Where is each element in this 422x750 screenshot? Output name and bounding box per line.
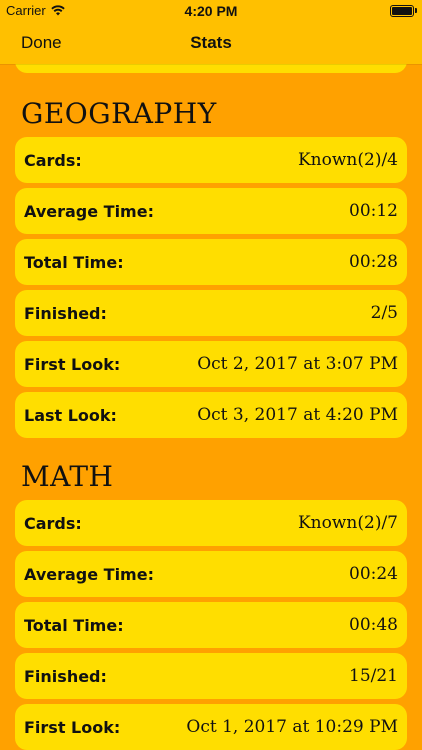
stat-row-first-look: First Look: Oct 2, 2017 at 3:07 PM [15,341,407,387]
stat-label: First Look: [24,354,121,374]
stat-row-average-time: Average Time: 00:24 [15,551,407,597]
stat-value: 00:24 [349,564,398,584]
stat-row-finished: Finished: 15/21 [15,653,407,699]
stat-label: Finished: [24,666,107,686]
stat-label: Last Look: [24,405,117,425]
stat-value: 2/5 [370,303,398,323]
stat-label: Average Time: [24,564,154,584]
stat-value: Oct 2, 2017 at 3:07 PM [197,354,398,374]
nav-bar: Done Stats [0,22,422,64]
stat-label: Cards: [24,513,82,533]
stat-label: Cards: [24,150,82,170]
stat-label: Finished: [24,303,107,323]
stat-value: Known(2)/4 [297,150,398,170]
stat-value: 00:48 [349,615,398,635]
page-title: Stats [190,33,232,52]
stat-value: Oct 1, 2017 at 10:29 PM [186,717,398,737]
status-bar: Carrier 4:20 PM [0,0,422,22]
stat-row-total-time: Total Time: 00:28 [15,239,407,285]
battery-icon [390,5,417,17]
status-time: 4:20 PM [184,3,238,19]
stat-label: Total Time: [24,615,124,635]
stat-row-cards: Cards: Known(2)/7 [15,500,407,546]
stat-value: 15/21 [349,666,398,686]
stat-row-last-look: Last Look: Oct 3, 2017 at 4:20 PM [15,392,407,438]
stat-value: Known(2)/7 [297,513,398,533]
section-title-math: MATH [21,460,114,493]
stat-row-first-look: First Look: Oct 1, 2017 at 10:29 PM [15,704,407,750]
top-bar: Carrier 4:20 PM Done Stats [0,0,422,64]
stat-row-average-time: Average Time: 00:12 [15,188,407,234]
section-title-geography: GEOGRAPHY [21,97,217,130]
stat-row-total-time: Total Time: 00:48 [15,602,407,648]
stat-label: Total Time: [24,252,124,272]
stat-value: Oct 3, 2017 at 4:20 PM [197,405,398,425]
stat-label: First Look: [24,717,121,737]
stat-value: 00:12 [349,201,398,221]
stat-row-finished: Finished: 2/5 [15,290,407,336]
stat-label: Average Time: [24,201,154,221]
stat-value: 00:28 [349,252,398,272]
stat-row-cards: Cards: Known(2)/4 [15,137,407,183]
